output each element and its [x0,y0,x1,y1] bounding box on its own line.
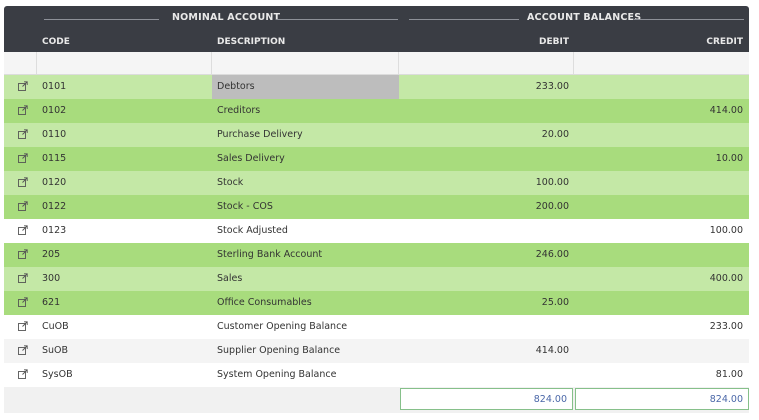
account-code: 621 [42,297,61,308]
col-header-code[interactable]: CODE [42,37,70,47]
account-description: Stock [217,177,244,188]
table-row[interactable]: 0123 Stock Adjusted 100.00 [4,219,749,243]
account-code: SuOB [42,345,69,356]
account-rows: 0101 Debtors 233.00 0102 Creditors 414.00 0110… [4,75,749,387]
account-code: SysOB [42,369,73,380]
filter-icon-col [4,52,37,74]
credit-value: 10.00 [715,153,743,164]
table-row[interactable]: 621 Office Consumables 25.00 [4,291,749,315]
table-row[interactable]: 0110 Purchase Delivery 20.00 [4,123,749,147]
debit-value: 200.00 [535,201,569,212]
external-link-icon[interactable] [18,81,28,91]
debit-value: 25.00 [541,297,569,308]
account-description: Debtors [217,81,255,92]
debit-value: 233.00 [535,81,569,92]
account-description: Sales [217,273,243,284]
total-credit: 824.00 [575,388,749,410]
credit-value: 400.00 [709,273,743,284]
account-code: 300 [42,273,61,284]
account-code: 0110 [42,129,67,140]
external-link-icon[interactable] [18,129,28,139]
totals-row: 824.00 824.00 [4,387,749,413]
account-description: Stock Adjusted [217,225,288,236]
debit-value: 20.00 [541,129,569,140]
account-code: 0102 [42,105,67,116]
group-nominal-label: NOMINAL ACCOUNT [172,12,281,23]
external-link-icon[interactable] [18,153,28,163]
table-row[interactable]: 205 Sterling Bank Account 246.00 [4,243,749,267]
account-description: Office Consumables [217,297,312,308]
filter-credit-input[interactable] [574,52,749,74]
credit-value: 233.00 [709,321,743,332]
col-header-credit[interactable]: CREDIT [706,37,743,47]
col-header-description[interactable]: DESCRIPTION [217,37,285,47]
external-link-icon[interactable] [18,345,28,355]
table-row[interactable]: 0120 Stock 100.00 [4,171,749,195]
credit-value: 414.00 [709,105,743,116]
table-row[interactable]: SuOB Supplier Opening Balance 414.00 [4,339,749,363]
account-balances-grid: NOMINAL ACCOUNT ACCOUNT BALANCES CODE DE… [4,6,749,413]
table-row[interactable]: CuOB Customer Opening Balance 233.00 [4,315,749,339]
filter-debit-input[interactable] [399,52,574,74]
account-code: 0101 [42,81,67,92]
total-debit: 824.00 [400,388,573,410]
external-link-icon[interactable] [18,249,28,259]
debit-value: 246.00 [535,249,569,260]
account-description: Customer Opening Balance [217,321,348,332]
external-link-icon[interactable] [18,273,28,283]
account-description: System Opening Balance [217,369,337,380]
external-link-icon[interactable] [18,201,28,211]
external-link-icon[interactable] [18,321,28,331]
group-balances-label: ACCOUNT BALANCES [527,12,642,23]
account-description: Purchase Delivery [217,129,303,140]
account-code: 0115 [42,153,67,164]
account-code: CuOB [42,321,69,332]
account-code: 0120 [42,177,67,188]
table-row[interactable]: SysOB System Opening Balance 81.00 [4,363,749,387]
group-account-balances: ACCOUNT BALANCES [409,12,744,26]
account-description: Sales Delivery [217,153,285,164]
table-row[interactable]: 0115 Sales Delivery 10.00 [4,147,749,171]
account-code: 0122 [42,201,67,212]
grid-header: NOMINAL ACCOUNT ACCOUNT BALANCES CODE DE… [4,6,749,52]
external-link-icon[interactable] [18,297,28,307]
account-description: Creditors [217,105,261,116]
credit-value: 81.00 [715,369,743,380]
credit-value: 100.00 [709,225,743,236]
debit-value: 414.00 [535,345,569,356]
table-row[interactable]: 0101 Debtors 233.00 [4,75,749,99]
filter-row [4,52,749,75]
col-header-debit[interactable]: DEBIT [539,37,569,47]
table-row[interactable]: 0122 Stock - COS 200.00 [4,195,749,219]
account-description: Stock - COS [217,201,273,212]
external-link-icon[interactable] [18,369,28,379]
external-link-icon[interactable] [18,225,28,235]
account-description: Supplier Opening Balance [217,345,341,356]
debit-value: 100.00 [535,177,569,188]
account-description: Sterling Bank Account [217,249,323,260]
table-row[interactable]: 300 Sales 400.00 [4,267,749,291]
table-row[interactable]: 0102 Creditors 414.00 [4,99,749,123]
filter-code-input[interactable] [37,52,212,74]
account-code: 205 [42,249,61,260]
filter-description-input[interactable] [212,52,399,74]
group-nominal-account: NOMINAL ACCOUNT [44,12,399,26]
account-code: 0123 [42,225,67,236]
external-link-icon[interactable] [18,177,28,187]
external-link-icon[interactable] [18,105,28,115]
